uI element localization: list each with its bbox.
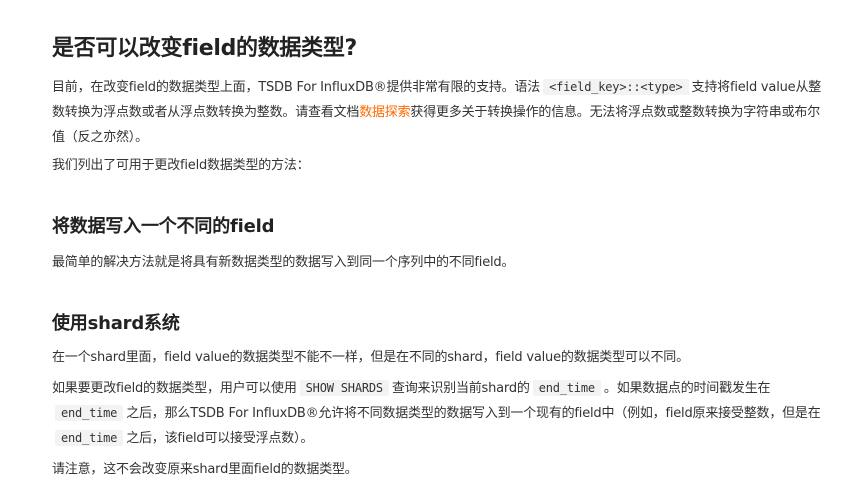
methods-intro-paragraph: 我们列出了可用于更改field数据类型的方法： xyxy=(52,158,310,173)
shard-paragraph-2: 如果要更改field的数据类型，用户可以使用 SHOW SHARDS 查询来识别当前… xyxy=(52,376,832,451)
end-time-code-2: end_time xyxy=(55,405,124,421)
shard-paragraph-1: 在一个shard里面，field value的数据类型不能不一样，但是在不同的s… xyxy=(52,350,689,365)
end-time-code-3: end_time xyxy=(55,430,124,446)
page-title: 是否可以改变field的数据类型? xyxy=(52,36,357,61)
article-page: 是否可以改变field的数据类型? 目前，在改变field的数据类型上面，TSD… xyxy=(0,0,857,487)
section-heading-shard-system: 使用shard系统 xyxy=(52,313,180,334)
shard-p2-text-5: 之后，该field可以接受浮点数）。 xyxy=(126,431,314,446)
field-type-syntax-code: <field_key>::<type> xyxy=(543,79,689,95)
end-time-code-1: end_time xyxy=(532,380,601,396)
show-shards-code: SHOW SHARDS xyxy=(299,380,389,396)
intro-paragraph: 目前，在改变field的数据类型上面，TSDB For InfluxDB®提供非… xyxy=(52,75,832,150)
shard-p2-text-1: 如果要更改field的数据类型，用户可以使用 xyxy=(52,381,297,396)
shard-p2-text-3: 。如果数据点的时间戳发生在 xyxy=(603,381,771,396)
section-heading-different-field: 将数据写入一个不同的field xyxy=(52,216,275,237)
intro-text-1: 目前，在改变field的数据类型上面，TSDB For InfluxDB®提供非… xyxy=(52,80,541,95)
data-exploration-link[interactable]: 数据探索 xyxy=(359,105,410,120)
shard-p2-text-4: 之后，那么TSDB For InfluxDB®允许将不同数据类型的数据写入到一个… xyxy=(126,406,821,421)
shard-paragraph-3: 请注意，这不会改变原来shard里面field的数据类型。 xyxy=(52,462,358,477)
shard-p2-text-2: 查询来识别当前shard的 xyxy=(391,381,530,396)
section-different-field-text: 最简单的解决方法就是将具有新数据类型的数据写入到同一个序列中的不同field。 xyxy=(52,255,515,270)
